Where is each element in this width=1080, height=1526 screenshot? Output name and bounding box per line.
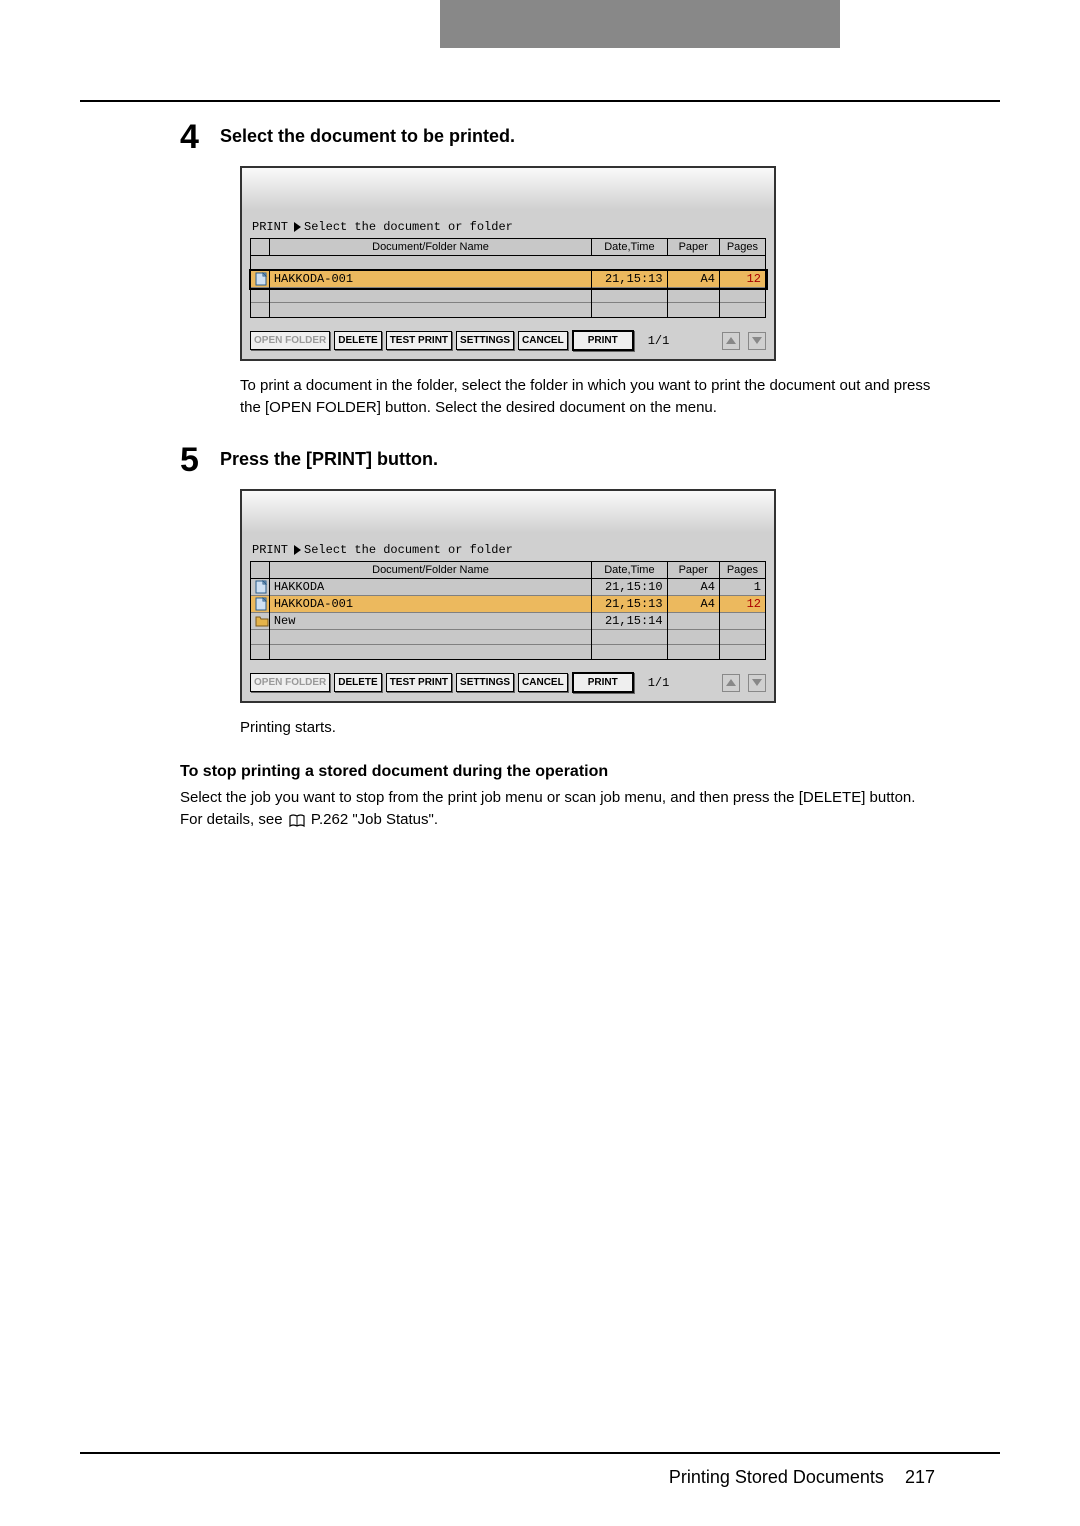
folder-icon [255,615,269,627]
table-row[interactable]: New 21,15:14 [251,613,766,630]
row-paper: A4 [667,578,719,595]
sub-body-text: Select the job you want to stop from the… [180,787,935,831]
settings-button[interactable]: SETTINGS [456,673,514,692]
row-pages: 12 [719,595,765,612]
page-indicator: 1/1 [648,676,670,690]
page-footer: Printing Stored Documents 217 [669,1467,935,1488]
page-down-button[interactable] [748,674,766,692]
header-paper: Paper [667,239,719,256]
step-number-5: 5 [180,443,220,477]
step-title-4: Select the document to be printed. [220,120,515,147]
table-row-empty [251,303,766,318]
row-dt: 21,15:13 [592,271,667,288]
panel-caption: Select the document or folder [304,220,513,234]
header-tab [440,0,840,48]
cancel-button[interactable]: CANCEL [518,673,568,692]
table-row-empty [251,288,766,303]
footer-title: Printing Stored Documents [669,1467,884,1487]
caption-arrow-icon [294,545,301,555]
settings-button[interactable]: SETTINGS [456,331,514,350]
row-name: HAKKODA [269,578,591,595]
file-icon [255,272,267,286]
page-down-button[interactable] [748,332,766,350]
footer-page-number: 217 [905,1467,935,1487]
row-name: HAKKODA-001 [269,595,591,612]
chevron-up-icon [726,337,736,344]
page-up-button[interactable] [722,332,740,350]
row-pages: 1 [719,578,765,595]
row-pages: 12 [719,271,765,288]
row-paper: A4 [667,271,719,288]
document-table: Document/Folder Name Date,Time Paper Pag… [250,238,766,318]
print-button[interactable]: PRINT [572,330,634,351]
header-datetime: Date,Time [592,561,667,578]
table-row-empty [251,645,766,660]
sub-heading: To stop printing a stored document durin… [180,763,935,781]
book-icon [289,813,305,827]
row-dt: 21,15:10 [592,578,667,595]
delete-button[interactable]: DELETE [334,331,381,350]
panel-title-label: PRINT [252,220,288,234]
step-number-4: 4 [180,120,220,154]
print-panel-screenshot-1: PRINT Select the document or folder Docu… [240,166,776,361]
panel-caption: Select the document or folder [304,543,513,557]
header-pages: Pages [719,239,765,256]
header-name: Document/Folder Name [269,239,591,256]
sub-text-b: P.262 "Job Status". [311,811,438,828]
caption-arrow-icon [294,222,301,232]
row-name: HAKKODA-001 [269,271,591,288]
row-paper: A4 [667,595,719,612]
rule-top [80,100,1000,102]
step5-body-text: Printing starts. [240,717,935,739]
chevron-down-icon [752,337,762,344]
page-up-button[interactable] [722,674,740,692]
row-pages [719,613,765,630]
test-print-button[interactable]: TEST PRINT [386,331,452,350]
rule-bottom [80,1452,1000,1454]
row-paper [667,613,719,630]
chevron-up-icon [726,679,736,686]
test-print-button[interactable]: TEST PRINT [386,673,452,692]
file-icon [255,580,267,594]
step-title-5: Press the [PRINT] button. [220,443,438,470]
header-paper: Paper [667,561,719,578]
page-indicator: 1/1 [648,334,670,348]
header-datetime: Date,Time [592,239,667,256]
step4-body-text: To print a document in the folder, selec… [240,375,935,419]
open-folder-button[interactable]: OPEN FOLDER [250,673,330,692]
table-row[interactable]: HAKKODA-001 21,15:13 A4 12 [251,595,766,612]
table-row[interactable]: HAKKODA 21,15:10 A4 1 [251,578,766,595]
cancel-button[interactable]: CANCEL [518,331,568,350]
print-panel-screenshot-2: PRINT Select the document or folder Docu… [240,489,776,703]
panel-title-label: PRINT [252,543,288,557]
row-dt: 21,15:14 [592,613,667,630]
table-row[interactable]: HAKKODA-001 21,15:13 A4 12 [251,271,766,288]
chevron-down-icon [752,679,762,686]
document-table: Document/Folder Name Date,Time Paper Pag… [250,561,766,660]
print-button[interactable]: PRINT [572,672,634,693]
header-pages: Pages [719,561,765,578]
row-name: New [269,613,591,630]
row-dt: 21,15:13 [592,595,667,612]
table-row-empty [251,630,766,645]
open-folder-button[interactable]: OPEN FOLDER [250,331,330,350]
delete-button[interactable]: DELETE [334,673,381,692]
header-name: Document/Folder Name [269,561,591,578]
file-icon [255,597,267,611]
